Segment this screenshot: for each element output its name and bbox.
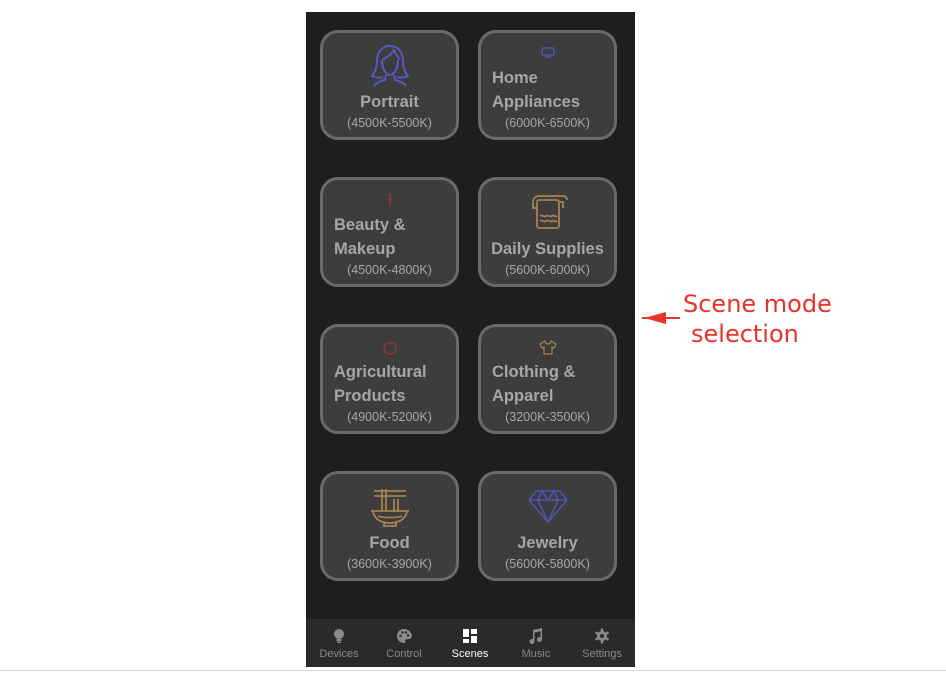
nav-devices[interactable]: Devices — [307, 619, 371, 667]
annotation-arrow-icon — [642, 312, 680, 324]
grid-icon — [438, 625, 502, 647]
lipstick-icon — [323, 192, 456, 206]
noodle-bowl-icon — [323, 482, 456, 530]
scene-title-line2: Apparel — [492, 387, 554, 405]
scene-card-portrait[interactable]: Portrait (4500K-5500K) — [320, 30, 459, 140]
palette-icon — [372, 625, 436, 647]
scene-card-clothing-apparel[interactable]: Clothing & Apparel (3200K-3500K) — [478, 324, 617, 434]
nav-music[interactable]: Music — [504, 619, 568, 667]
scene-range: (4900K-5200K) — [347, 410, 432, 424]
scene-card-home-appliances[interactable]: Home Appliances (6000K-6500K) — [478, 30, 617, 140]
nav-control[interactable]: Control — [372, 619, 436, 667]
scene-range: (5600K-5800K) — [505, 557, 590, 571]
scene-range: (3200K-3500K) — [505, 410, 590, 424]
bulb-icon — [307, 625, 371, 647]
scene-title-line1: Clothing & — [492, 363, 576, 381]
scene-range: (4500K-4800K) — [347, 263, 432, 277]
nav-label: Devices — [319, 648, 359, 660]
scene-title-line1: Home — [492, 69, 538, 87]
scene-range: (3600K-3900K) — [347, 557, 432, 571]
annotation-line2: selection — [691, 320, 799, 348]
scene-title-line2: Makeup — [334, 240, 396, 258]
scene-title-line2: Products — [334, 387, 406, 405]
scene-title: Portrait — [360, 93, 419, 111]
scene-title-line2: Appliances — [492, 93, 581, 111]
nav-label: Control — [386, 648, 422, 660]
scene-range: (6000K-6500K) — [505, 116, 590, 130]
diamond-icon — [481, 482, 614, 530]
scene-card-jewelry[interactable]: Jewelry (5600K-5800K) — [478, 471, 617, 581]
apple-icon — [323, 339, 456, 355]
woman-portrait-icon — [323, 41, 456, 89]
annotation-label: Scene mode selection — [683, 289, 832, 349]
bottom-navigation: Devices Control Scenes Music Settings — [306, 619, 635, 667]
scene-title: Jewelry — [517, 534, 578, 552]
scene-card-daily-supplies[interactable]: Daily Supplies (5600K-6000K) — [478, 177, 617, 287]
scene-card-agricultural-products[interactable]: Agricultural Products (4900K-5200K) — [320, 324, 459, 434]
gear-icon — [570, 625, 634, 647]
scene-title-line1: Agricultural — [334, 363, 427, 381]
scene-card-food[interactable]: Food (3600K-3900K) — [320, 471, 459, 581]
nav-label: Music — [521, 648, 551, 660]
scene-card-beauty-makeup[interactable]: Beauty & Makeup (4500K-4800K) — [320, 177, 459, 287]
scene-range: (4500K-5500K) — [347, 116, 432, 130]
music-note-icon — [504, 625, 568, 647]
scene-title-line1: Beauty & — [334, 216, 406, 234]
shirt-icon — [481, 339, 614, 355]
tv-icon — [481, 45, 614, 59]
nav-label: Scenes — [451, 648, 489, 660]
scene-title: Daily Supplies — [491, 240, 604, 258]
nav-settings[interactable]: Settings — [570, 619, 634, 667]
nav-label: Settings — [582, 648, 622, 660]
phone-screen: Portrait (4500K-5500K) Home Appliances (… — [306, 12, 635, 667]
nav-scenes[interactable]: Scenes — [438, 619, 502, 667]
scene-title: Food — [369, 534, 410, 552]
annotation-line1: Scene mode — [683, 290, 832, 318]
towel-icon — [481, 188, 614, 236]
divider-line — [0, 670, 946, 671]
scene-range: (5600K-6000K) — [505, 263, 590, 277]
